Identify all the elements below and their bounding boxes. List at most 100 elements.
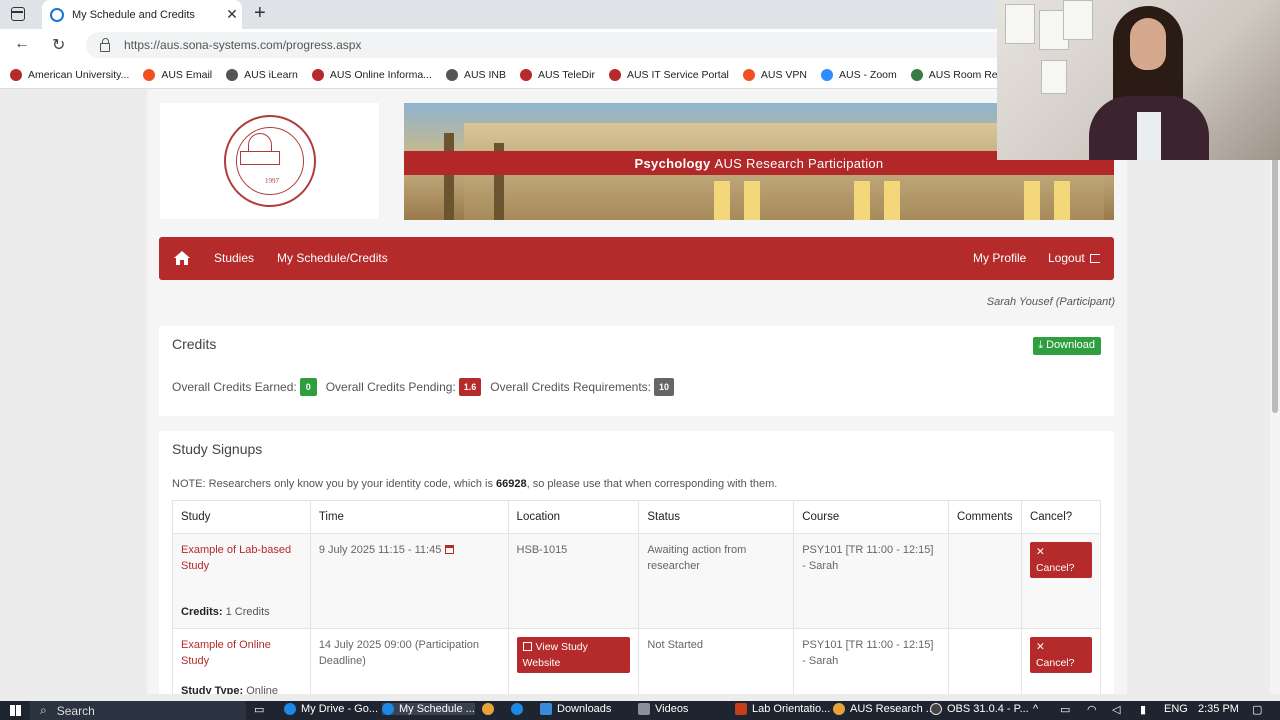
bookmark-label: AUS TeleDir bbox=[537, 68, 595, 81]
column-header: Comments bbox=[947, 500, 1022, 534]
tab-close-icon[interactable]: ✕ bbox=[222, 6, 242, 23]
signups-table: Study Time Location Status Course Commen… bbox=[172, 500, 1102, 694]
download-folder-icon bbox=[540, 703, 552, 715]
nav-my-profile[interactable]: My Profile bbox=[973, 251, 1026, 265]
bookmark-label: AUS INB bbox=[463, 68, 506, 81]
taskbar-app[interactable]: Videos bbox=[638, 703, 688, 715]
taskbar-app[interactable]: Downloads bbox=[540, 703, 611, 715]
taskbar-app[interactable]: AUS Research ... bbox=[833, 703, 935, 715]
bookmark-item[interactable]: American University... bbox=[10, 68, 129, 81]
new-tab-icon[interactable]: + bbox=[254, 3, 266, 23]
chrome-icon[interactable] bbox=[482, 703, 499, 715]
table-row: Example of Lab-based Study Credits: 1 Cr… bbox=[172, 533, 1102, 629]
credits-title: Credits bbox=[172, 336, 217, 352]
study-link[interactable]: Example of Lab-based Study bbox=[181, 544, 291, 572]
study-link[interactable]: Example of Online Study bbox=[181, 639, 271, 667]
download-button[interactable]: ⤓ Download bbox=[1033, 337, 1101, 355]
bookmark-item[interactable]: AUS Online Informa... bbox=[311, 68, 432, 81]
download-icon: ⤓ bbox=[1038, 339, 1044, 351]
identity-code: 66928 bbox=[496, 478, 527, 490]
search-icon: ⌕ bbox=[40, 703, 47, 717]
bookmark-item[interactable]: AUS - Zoom bbox=[821, 68, 897, 81]
credits-required-badge: 10 bbox=[654, 378, 675, 396]
study-credits-value: 1 Credits bbox=[225, 606, 270, 618]
lock-icon bbox=[100, 37, 110, 52]
bookmark-icon bbox=[742, 68, 755, 81]
bookmark-icon bbox=[226, 68, 239, 81]
view-study-website-button[interactable]: View Study Website bbox=[516, 637, 631, 673]
edge-taskbar-icon[interactable] bbox=[511, 703, 528, 715]
browser-tab[interactable]: My Schedule and Credits ✕ bbox=[42, 0, 242, 29]
bookmark-item[interactable]: AUS TeleDir bbox=[519, 68, 595, 81]
volume-icon[interactable]: ◁ bbox=[1112, 703, 1120, 716]
bookmark-label: AUS Online Informa... bbox=[329, 68, 432, 81]
bookmark-icon bbox=[910, 68, 923, 81]
external-link-icon bbox=[522, 642, 532, 651]
cancel-button[interactable]: ✕ Cancel? bbox=[1029, 637, 1092, 673]
seal-year: 1997 bbox=[265, 177, 279, 185]
webcam-overlay bbox=[997, 0, 1280, 160]
cancel-label: Cancel? bbox=[1035, 562, 1075, 574]
calendar-icon[interactable] bbox=[445, 545, 455, 554]
page-scrollbar[interactable] bbox=[1270, 89, 1280, 694]
bookmark-icon bbox=[10, 68, 22, 81]
taskbar-app-label: My Schedule ... bbox=[399, 703, 475, 715]
taskbar-app-label: Downloads bbox=[557, 703, 612, 715]
note-text: NOTE: Researchers only know you by your … bbox=[172, 478, 493, 490]
cancel-label: Cancel? bbox=[1035, 657, 1075, 669]
bookmark-item[interactable]: AUS Email bbox=[143, 68, 212, 81]
tab-actions-icon[interactable] bbox=[11, 7, 25, 21]
taskbar-app[interactable]: My Schedule ... bbox=[382, 703, 475, 715]
column-header: Cancel? bbox=[1020, 500, 1102, 534]
time-cell: 9 July 2025 11:15 - 11:45 bbox=[309, 533, 509, 629]
wifi-icon[interactable]: ◠ bbox=[1087, 703, 1097, 716]
taskbar-search[interactable]: ⌕ Search bbox=[30, 701, 246, 720]
comments-cell bbox=[947, 533, 1022, 629]
home-icon[interactable] bbox=[173, 250, 191, 266]
time-text: 9 July 2025 11:15 - 11:45 bbox=[318, 544, 442, 556]
main-navbar: Studies My Schedule/Credits My Profile L… bbox=[159, 237, 1114, 280]
language-indicator[interactable]: ENG bbox=[1164, 703, 1188, 715]
taskbar-app[interactable]: OBS 31.0.4 - P... bbox=[930, 703, 1029, 715]
banner-title-bold: Psychology bbox=[634, 155, 711, 171]
taskbar-app[interactable]: Lab Orientatio... bbox=[735, 703, 830, 715]
logout-label: Logout bbox=[1048, 251, 1085, 265]
study-cell: Example of Lab-based Study Credits: 1 Cr… bbox=[172, 533, 311, 629]
reload-icon[interactable]: ↻ bbox=[52, 35, 65, 55]
university-logo[interactable]: 1997 bbox=[160, 103, 379, 219]
credits-panel: Credits ⤓ Download Overall Credits Earned… bbox=[159, 326, 1114, 416]
study-credits: Credits: 1 Credits bbox=[181, 604, 302, 620]
back-icon[interactable]: ← bbox=[14, 35, 30, 53]
taskbar-app-label: OBS 31.0.4 - P... bbox=[947, 703, 1029, 715]
tab-title: My Schedule and Credits bbox=[72, 8, 195, 21]
microphone-icon[interactable]: ▮ bbox=[1140, 703, 1146, 716]
chevron-up-icon[interactable]: ^ bbox=[1033, 703, 1038, 715]
bookmark-item[interactable]: AUS VPN bbox=[742, 68, 807, 81]
notifications-icon[interactable]: ▢ bbox=[1252, 703, 1262, 716]
comments-cell bbox=[947, 628, 1022, 694]
nav-schedule-credits[interactable]: My Schedule/Credits bbox=[277, 251, 388, 265]
credits-earned-label: Overall Credits Earned: bbox=[172, 380, 297, 394]
column-header: Location bbox=[507, 500, 640, 534]
clock[interactable]: 2:35 PM bbox=[1198, 703, 1239, 715]
bookmark-icon bbox=[311, 68, 324, 81]
battery-icon[interactable]: ▭ bbox=[1060, 703, 1070, 716]
bookmark-label: AUS VPN bbox=[760, 68, 807, 81]
url-field[interactable]: https://aus.sona-systems.com/progress.as… bbox=[86, 32, 1006, 58]
video-folder-icon bbox=[638, 703, 650, 715]
bookmark-item[interactable]: AUS iLearn bbox=[226, 68, 298, 81]
powerpoint-icon bbox=[735, 703, 747, 715]
column-header: Status bbox=[638, 500, 795, 534]
cancel-button[interactable]: ✕ Cancel? bbox=[1029, 542, 1092, 578]
bookmark-item[interactable]: AUS IT Service Portal bbox=[608, 68, 729, 81]
obs-icon bbox=[930, 703, 942, 715]
nav-studies[interactable]: Studies bbox=[214, 251, 254, 265]
participant-name: Sarah Yousef (Participant) bbox=[986, 296, 1115, 308]
banner-title-text: AUS Research Participation bbox=[714, 155, 884, 171]
taskbar-app[interactable]: My Drive - Go... bbox=[284, 703, 378, 715]
windows-start-icon[interactable] bbox=[10, 705, 21, 716]
bookmark-item[interactable]: AUS INB bbox=[445, 68, 506, 81]
location-cell: HSB-1015 bbox=[507, 533, 640, 629]
task-view-icon[interactable]: ▭ bbox=[254, 703, 264, 716]
nav-logout[interactable]: Logout bbox=[1048, 251, 1100, 265]
